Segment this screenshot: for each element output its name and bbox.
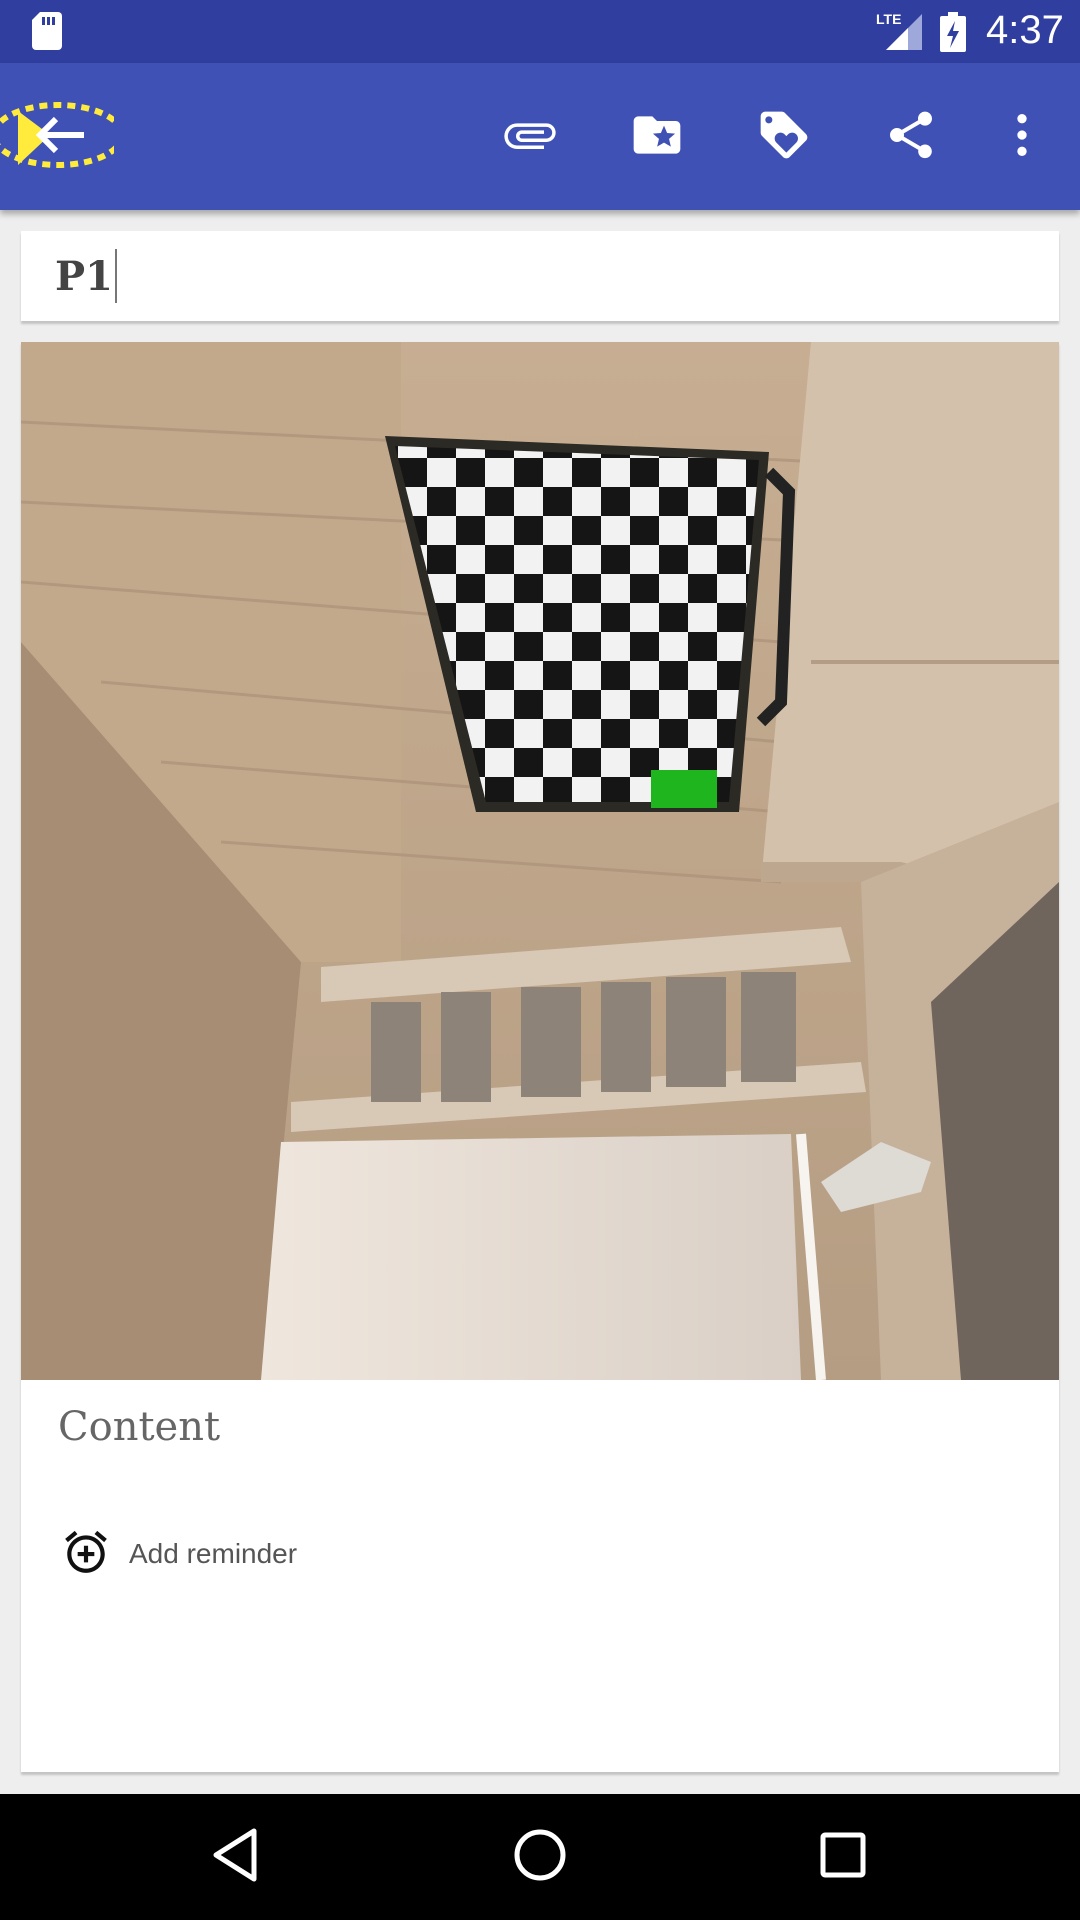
room-photo <box>21 342 1059 1380</box>
more-options-button[interactable] <box>986 101 1058 173</box>
lte-signal-icon: LTE <box>876 10 924 57</box>
tag-icon <box>756 107 812 168</box>
back-nav-icon <box>210 1827 260 1888</box>
attachment-button[interactable] <box>494 101 566 173</box>
title-card: P1 <box>21 231 1059 321</box>
nav-back-button[interactable] <box>200 1822 270 1892</box>
battery-charging-icon <box>940 12 966 57</box>
tag-button[interactable] <box>748 101 820 173</box>
navigation-bar <box>0 1794 1080 1920</box>
category-button[interactable] <box>621 101 693 173</box>
category-icon <box>629 107 685 168</box>
attachment-icon <box>502 107 558 168</box>
clock: 4:37 <box>986 8 1064 52</box>
share-icon <box>883 107 939 168</box>
toolbar <box>0 63 1080 210</box>
nav-home-button[interactable] <box>505 1822 575 1892</box>
home-nav-icon <box>512 1827 568 1888</box>
text-cursor <box>114 249 117 303</box>
title-input[interactable]: P1 <box>55 249 117 303</box>
alarm-add-icon <box>61 1527 111 1582</box>
back-button[interactable] <box>0 101 125 173</box>
more-options-icon <box>994 107 1050 168</box>
back-arrow-icon <box>0 95 125 180</box>
status-bar: LTE 4:37 <box>0 0 1080 63</box>
sd-card-icon <box>32 12 62 55</box>
add-reminder-label: Add reminder <box>129 1538 298 1569</box>
content-card: Content Add reminder <box>21 342 1059 1772</box>
recents-nav-icon <box>818 1830 868 1885</box>
title-text: P1 <box>55 252 113 300</box>
nav-recents-button[interactable] <box>808 1822 878 1892</box>
svg-text:LTE: LTE <box>876 11 901 27</box>
attached-image[interactable] <box>21 342 1059 1380</box>
add-reminder-button[interactable]: Add reminder <box>61 1524 297 1584</box>
content-field[interactable]: Content <box>58 1404 220 1450</box>
share-button[interactable] <box>875 101 947 173</box>
